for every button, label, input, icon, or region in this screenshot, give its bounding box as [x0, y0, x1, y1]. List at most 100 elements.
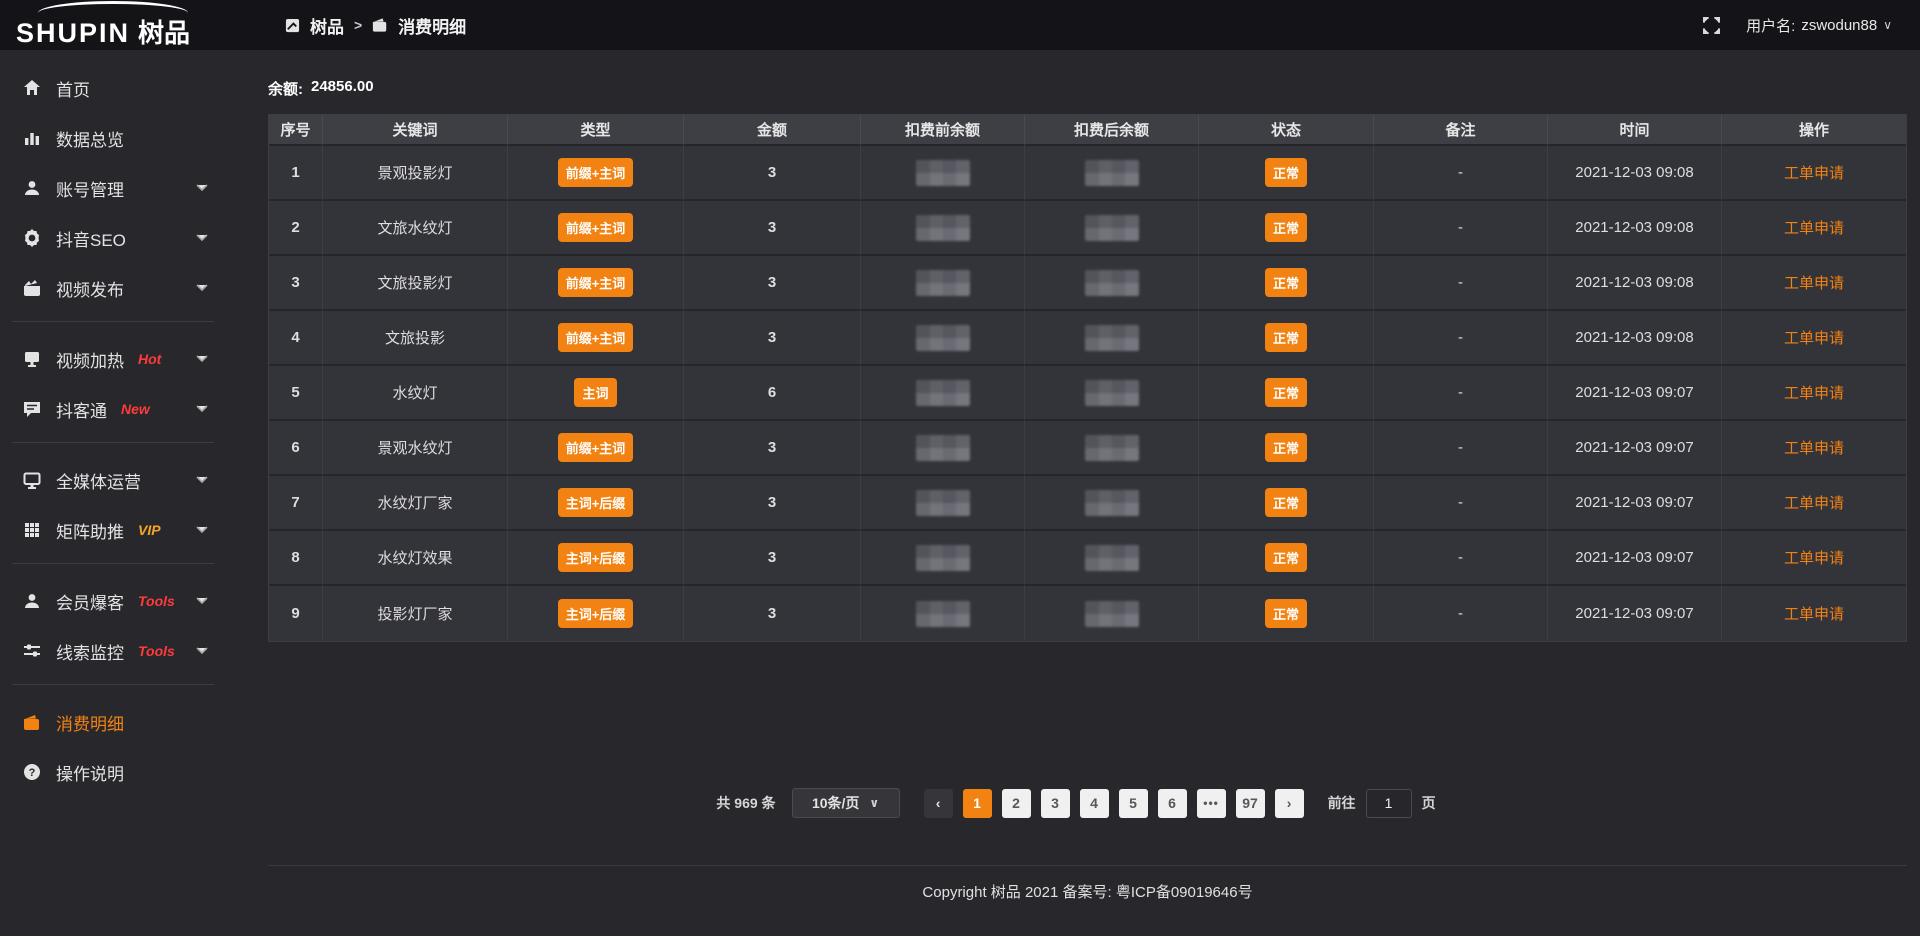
keyword-cell: 景观投影灯: [323, 146, 508, 201]
total-count: 共 969 条: [716, 793, 775, 813]
wallet-icon: [22, 715, 42, 730]
time-cell: 2021-12-03 09:07: [1548, 421, 1722, 476]
chevron-down-icon: [196, 526, 208, 534]
table-row: 9 投影灯厂家 主词+后缀 3 正常 - 2021-12-03 09:07 工单…: [269, 586, 1906, 641]
masked-balance-before: [916, 490, 970, 516]
ticket-request-link[interactable]: 工单申请: [1784, 550, 1844, 567]
status-badge: 正常: [1265, 158, 1307, 187]
page-button-2[interactable]: 2: [1002, 789, 1031, 818]
status-badge: 正常: [1265, 488, 1307, 517]
time-cell: 2021-12-03 09:07: [1548, 366, 1722, 421]
ticket-request-link[interactable]: 工单申请: [1784, 220, 1844, 237]
remark-cell: -: [1374, 311, 1548, 366]
status-badge: 正常: [1265, 599, 1307, 628]
sidebar-item-consumption-detail[interactable]: 消费明细: [0, 697, 230, 747]
masked-balance-before: [916, 215, 970, 241]
breadcrumb-separator: >: [354, 17, 362, 33]
masked-balance-after: [1085, 545, 1139, 571]
sidebar: 首页 数据总览 账号管理 抖音SEO 视频发布 视频加热 Hot 抖客通 New…: [0, 50, 230, 936]
time-cell: 2021-12-03 09:07: [1548, 476, 1722, 531]
type-badge: 主词+后缀: [558, 488, 634, 517]
col-header-type: 类型: [508, 115, 684, 146]
table-row: 7 水纹灯厂家 主词+后缀 3 正常 - 2021-12-03 09:07 工单…: [269, 476, 1906, 531]
page-button-1[interactable]: 1: [963, 789, 992, 818]
masked-balance-before: [916, 380, 970, 406]
breadcrumb-item-root[interactable]: 树品: [310, 13, 344, 38]
keyword-cell: 景观水纹灯: [323, 421, 508, 476]
next-page-button[interactable]: ›: [1275, 789, 1304, 818]
masked-balance-after: [1085, 380, 1139, 406]
col-header-balance-before: 扣费前余额: [861, 115, 1025, 146]
col-header-status: 状态: [1199, 115, 1374, 146]
page-button-4[interactable]: 4: [1080, 789, 1109, 818]
prev-page-button[interactable]: ‹: [924, 789, 953, 818]
logo-arc: [38, 1, 188, 13]
remark-cell: -: [1374, 476, 1548, 531]
type-badge: 前缀+主词: [558, 158, 634, 187]
sidebar-item-data-overview[interactable]: 数据总览: [0, 113, 230, 163]
keyword-cell: 投影灯厂家: [323, 586, 508, 641]
sidebar-divider: [12, 684, 214, 685]
remark-cell: -: [1374, 586, 1548, 641]
ticket-request-link[interactable]: 工单申请: [1784, 165, 1844, 182]
page-button-6[interactable]: 6: [1158, 789, 1187, 818]
more-pages-button[interactable]: •••: [1197, 789, 1226, 818]
footer: Copyright 树品 2021 备案号: 粤ICP备09019646号: [268, 865, 1907, 902]
sliders-icon: [22, 643, 42, 659]
sidebar-item-all-media-operation[interactable]: 全媒体运营: [0, 455, 230, 505]
sidebar-item-video-publish[interactable]: 视频发布: [0, 263, 230, 313]
table-row: 1 景观投影灯 前缀+主词 3 正常 - 2021-12-03 09:08 工单…: [269, 146, 1906, 201]
ticket-request-link[interactable]: 工单申请: [1784, 606, 1844, 623]
sidebar-divider: [12, 563, 214, 564]
sidebar-item-operation-guide[interactable]: ? 操作说明: [0, 747, 230, 797]
sidebar-item-matrix-boost[interactable]: 矩阵助推 VIP: [0, 505, 230, 555]
masked-balance-after: [1085, 215, 1139, 241]
sidebar-item-lead-monitor[interactable]: 线索监控 Tools: [0, 626, 230, 676]
sidebar-item-home[interactable]: 首页: [0, 63, 230, 113]
sidebar-item-douyin-seo[interactable]: 抖音SEO: [0, 213, 230, 263]
ticket-request-link[interactable]: 工单申请: [1784, 495, 1844, 512]
masked-balance-after: [1085, 270, 1139, 296]
page-button-5[interactable]: 5: [1119, 789, 1148, 818]
chevron-down-icon: [196, 647, 208, 655]
col-header-balance-after: 扣费后余额: [1025, 115, 1199, 146]
sidebar-item-doukutong[interactable]: 抖客通 New: [0, 384, 230, 434]
type-badge: 主词: [574, 378, 616, 407]
masked-balance-after: [1085, 325, 1139, 351]
masked-balance-after: [1085, 490, 1139, 516]
consumption-table: 序号 关键词 类型 金额 扣费前余额 扣费后余额 状态 备注 时间 操作 1 景…: [268, 114, 1907, 642]
masked-balance-after: [1085, 435, 1139, 461]
breadcrumb: 树品 > 消费明细: [285, 13, 466, 38]
sidebar-item-video-heating[interactable]: 视频加热 Hot: [0, 334, 230, 384]
goto-page-input[interactable]: [1366, 789, 1412, 818]
ticket-request-link[interactable]: 工单申请: [1784, 275, 1844, 292]
status-badge: 正常: [1265, 323, 1307, 352]
video-upload-icon: [22, 280, 42, 296]
ticket-request-link[interactable]: 工单申请: [1784, 440, 1844, 457]
app-logo: SHUPIN 树品: [0, 1, 230, 50]
fullscreen-icon[interactable]: [1703, 17, 1720, 34]
chevron-down-icon: ∨: [869, 796, 879, 810]
user-menu[interactable]: 用户名: zswodun88 ∨: [1746, 15, 1892, 36]
remark-cell: -: [1374, 421, 1548, 476]
sidebar-item-account-management[interactable]: 账号管理: [0, 163, 230, 213]
logo-text-en: SHUPIN: [16, 18, 130, 49]
ticket-request-link[interactable]: 工单申请: [1784, 330, 1844, 347]
col-header-remark: 备注: [1374, 115, 1548, 146]
page-button-97[interactable]: 97: [1236, 789, 1265, 818]
col-header-amount: 金额: [684, 115, 861, 146]
badge-hot: Hot: [138, 351, 161, 367]
ticket-request-link[interactable]: 工单申请: [1784, 385, 1844, 402]
masked-balance-before: [916, 435, 970, 461]
page-size-select[interactable]: 10条/页 ∨: [792, 788, 900, 818]
chevron-down-icon: [196, 355, 208, 363]
username-value: zswodun88: [1801, 17, 1877, 34]
table-row: 8 水纹灯效果 主词+后缀 3 正常 - 2021-12-03 09:07 工单…: [269, 531, 1906, 586]
display-icon: [22, 351, 42, 368]
badge-tools: Tools: [138, 593, 175, 609]
status-badge: 正常: [1265, 543, 1307, 572]
chevron-down-icon: [196, 597, 208, 605]
page-button-3[interactable]: 3: [1041, 789, 1070, 818]
sidebar-item-member-tools[interactable]: 会员爆客 Tools: [0, 576, 230, 626]
table-row: 4 文旅投影 前缀+主词 3 正常 - 2021-12-03 09:08 工单申…: [269, 311, 1906, 366]
